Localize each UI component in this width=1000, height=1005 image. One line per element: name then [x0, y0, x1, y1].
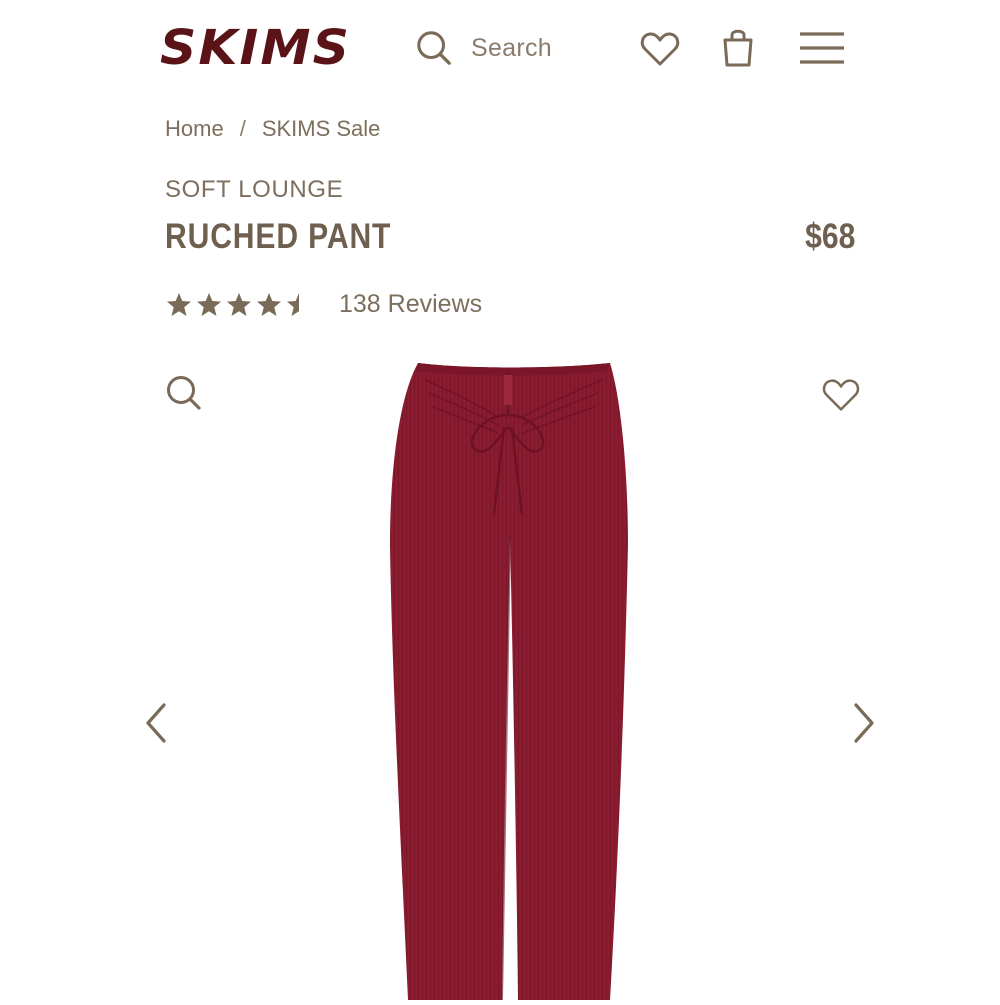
heart-icon: [640, 32, 680, 66]
wishlist-button[interactable]: [638, 27, 682, 71]
product-price: $68: [804, 217, 855, 256]
hamburger-menu-icon: [800, 32, 844, 64]
magnifier-icon: [167, 376, 201, 410]
gallery-wishlist-button[interactable]: [820, 374, 862, 416]
product-collection: SOFT LOUNGE: [165, 176, 344, 203]
product-title: RUCHED PANT: [165, 217, 392, 256]
search-icon: [417, 31, 451, 65]
reviews-link[interactable]: 138 Reviews: [339, 290, 482, 319]
heart-icon: [822, 379, 860, 411]
shopping-bag-icon: [723, 29, 753, 67]
skims-logo[interactable]: SKIMS: [160, 22, 360, 72]
search-bar[interactable]: Search: [415, 28, 552, 68]
chevron-left-icon: [146, 703, 166, 743]
breadcrumb-separator: /: [239, 116, 246, 141]
star-full-icon: [197, 292, 221, 316]
breadcrumb-skims-sale[interactable]: SKIMS Sale: [262, 116, 381, 142]
product-rating: 138 Reviews: [165, 290, 482, 319]
gallery-next-button[interactable]: [846, 700, 880, 746]
star-full-icon: [257, 292, 281, 316]
breadcrumb: Home / SKIMS Sale: [165, 116, 380, 142]
star-full-icon: [167, 292, 191, 316]
product-image: [370, 355, 650, 1001]
chevron-right-icon: [854, 703, 874, 743]
breadcrumb-home[interactable]: Home: [165, 116, 224, 142]
star-half-icon: [287, 292, 299, 316]
gallery-prev-button[interactable]: [140, 700, 174, 746]
search-placeholder: Search: [471, 33, 553, 62]
menu-button[interactable]: [798, 26, 844, 70]
zoom-button[interactable]: [164, 373, 204, 413]
shopping-bag-button[interactable]: [716, 25, 760, 69]
star-full-icon: [227, 292, 251, 316]
star-rating: [165, 291, 313, 319]
svg-text:SKIMS: SKIMS: [160, 22, 351, 72]
